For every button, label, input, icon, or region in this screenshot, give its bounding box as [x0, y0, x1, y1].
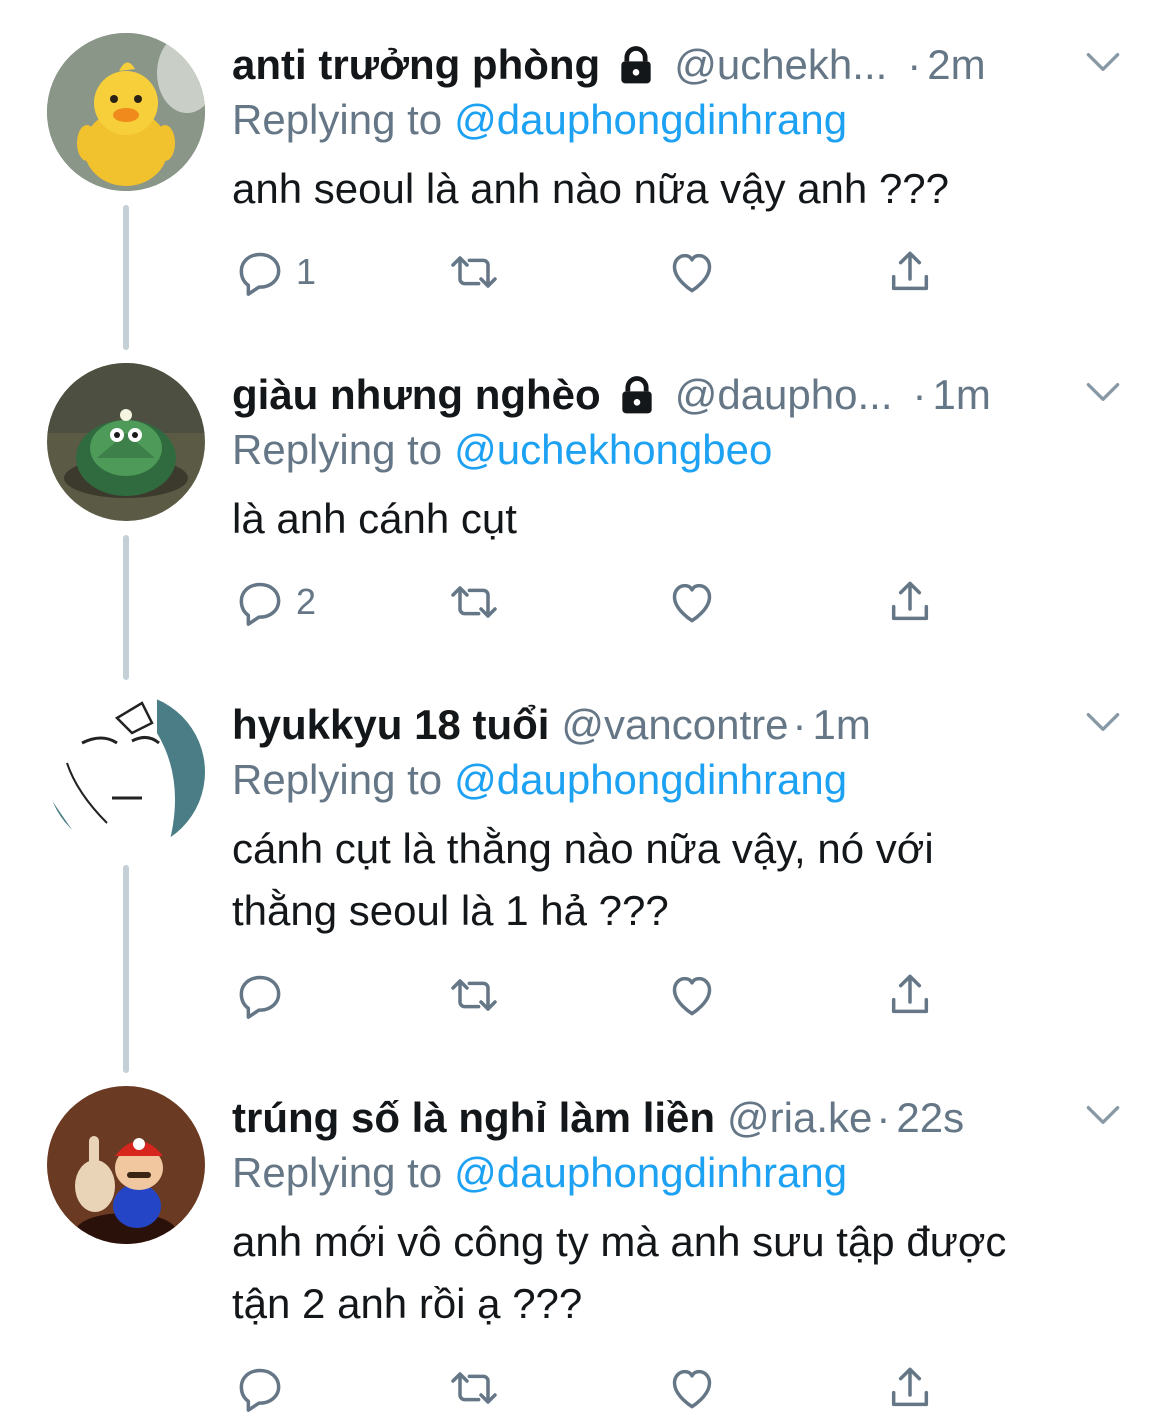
reply-count: 2 [296, 581, 317, 622]
separator-dot: · [876, 1094, 891, 1141]
reply-count: 1 [296, 251, 317, 292]
timestamp[interactable]: 2m [927, 30, 985, 100]
retweet-icon [446, 244, 502, 300]
replying-to: Replying to @uchekhongbeo [232, 420, 772, 480]
replying-to-label: Replying to [232, 426, 443, 473]
tweet-actions: 1 [232, 242, 952, 302]
lock-icon [614, 43, 658, 87]
share-icon [882, 1360, 938, 1416]
avatar[interactable] [47, 33, 205, 191]
mario-avatar-image [47, 1086, 205, 1244]
mention-link[interactable]: @dauphongdinhrang [454, 96, 847, 143]
replying-to-label: Replying to [232, 1149, 443, 1196]
chevron-down-icon[interactable] [1081, 1093, 1125, 1137]
tweet-text-line: anh seoul là anh nào nữa vậy anh ??? [232, 165, 950, 212]
tweet-text-line: thằng seoul là 1 hả ??? [232, 887, 669, 934]
reply-button[interactable]: 2 [232, 572, 316, 632]
tweet-actions [232, 965, 952, 1025]
like-button[interactable] [664, 572, 720, 632]
tweet-text: cánh cụt là thằng nào nữa vậy, nó với th… [232, 818, 1132, 942]
like-button[interactable] [664, 965, 720, 1025]
share-icon [882, 574, 938, 630]
timestamp[interactable]: 22s [896, 1083, 964, 1153]
reply-button[interactable] [232, 1358, 288, 1418]
avatar[interactable] [47, 363, 205, 521]
retweet-button[interactable] [446, 572, 502, 632]
share-button[interactable] [882, 1358, 938, 1418]
tweet-text-line: cánh cụt là thằng nào nữa vậy, nó với [232, 825, 934, 872]
replying-to: Replying to @dauphongdinhrang [232, 1143, 847, 1203]
mention-link[interactable]: @dauphongdinhrang [454, 756, 847, 803]
tweet-thread: anti trưởng phòng @uchekh... · 2m Replyi… [0, 0, 1170, 1427]
lock-icon [615, 373, 659, 417]
heart-icon [664, 574, 720, 630]
reply-icon [232, 967, 288, 1023]
tweet-text-line: là anh cánh cụt [232, 495, 517, 542]
timestamp[interactable]: 1m [933, 360, 991, 430]
tweet-actions: 2 [232, 572, 952, 632]
heart-icon [664, 244, 720, 300]
heart-icon [664, 1360, 720, 1416]
tweet-actions [232, 1358, 952, 1418]
tweet-text: anh mới vô công ty mà anh sưu tập được t… [232, 1211, 1132, 1335]
replying-to: Replying to @dauphongdinhrang [232, 90, 847, 150]
tweet-text-line: tận 2 anh rồi ạ ??? [232, 1280, 583, 1327]
retweet-icon [446, 1360, 502, 1416]
like-button[interactable] [664, 242, 720, 302]
chevron-down-icon[interactable] [1081, 700, 1125, 744]
retweet-button[interactable] [446, 1358, 502, 1418]
replying-to: Replying to @dauphongdinhrang [232, 750, 847, 810]
chevron-down-icon[interactable] [1081, 370, 1125, 414]
share-button[interactable] [882, 965, 938, 1025]
share-button[interactable] [882, 572, 938, 632]
avatar[interactable] [47, 1086, 205, 1244]
sketch-face-avatar-image [47, 693, 205, 851]
reply-icon [232, 574, 288, 630]
avatar[interactable] [47, 693, 205, 851]
tweet-text-line: anh mới vô công ty mà anh sưu tập được [232, 1218, 1007, 1265]
chevron-down-icon[interactable] [1081, 40, 1125, 84]
green-turtle-avatar-image [47, 363, 205, 521]
share-icon [882, 967, 938, 1023]
reply-icon [232, 244, 288, 300]
reply-button[interactable]: 1 [232, 242, 316, 302]
replying-to-label: Replying to [232, 96, 443, 143]
thread-connector-line [123, 205, 129, 350]
heart-icon [664, 967, 720, 1023]
mention-link[interactable]: @dauphongdinhrang [454, 1149, 847, 1196]
share-icon [882, 244, 938, 300]
separator-dot: · [907, 41, 922, 88]
mention-link[interactable]: @uchekhongbeo [454, 426, 772, 473]
replying-to-label: Replying to [232, 756, 443, 803]
retweet-button[interactable] [446, 965, 502, 1025]
reply-button[interactable] [232, 965, 288, 1025]
reply-icon [232, 1360, 288, 1416]
thread-connector-line [123, 535, 129, 680]
retweet-icon [446, 967, 502, 1023]
tweet-text: anh seoul là anh nào nữa vậy anh ??? [232, 158, 1132, 220]
retweet-button[interactable] [446, 242, 502, 302]
separator-dot: · [912, 371, 927, 418]
thread-connector-line [123, 865, 129, 1073]
like-button[interactable] [664, 1358, 720, 1418]
tweet-text: là anh cánh cụt [232, 488, 1132, 550]
retweet-icon [446, 574, 502, 630]
share-button[interactable] [882, 242, 938, 302]
yellow-duck-avatar-image [47, 33, 205, 191]
